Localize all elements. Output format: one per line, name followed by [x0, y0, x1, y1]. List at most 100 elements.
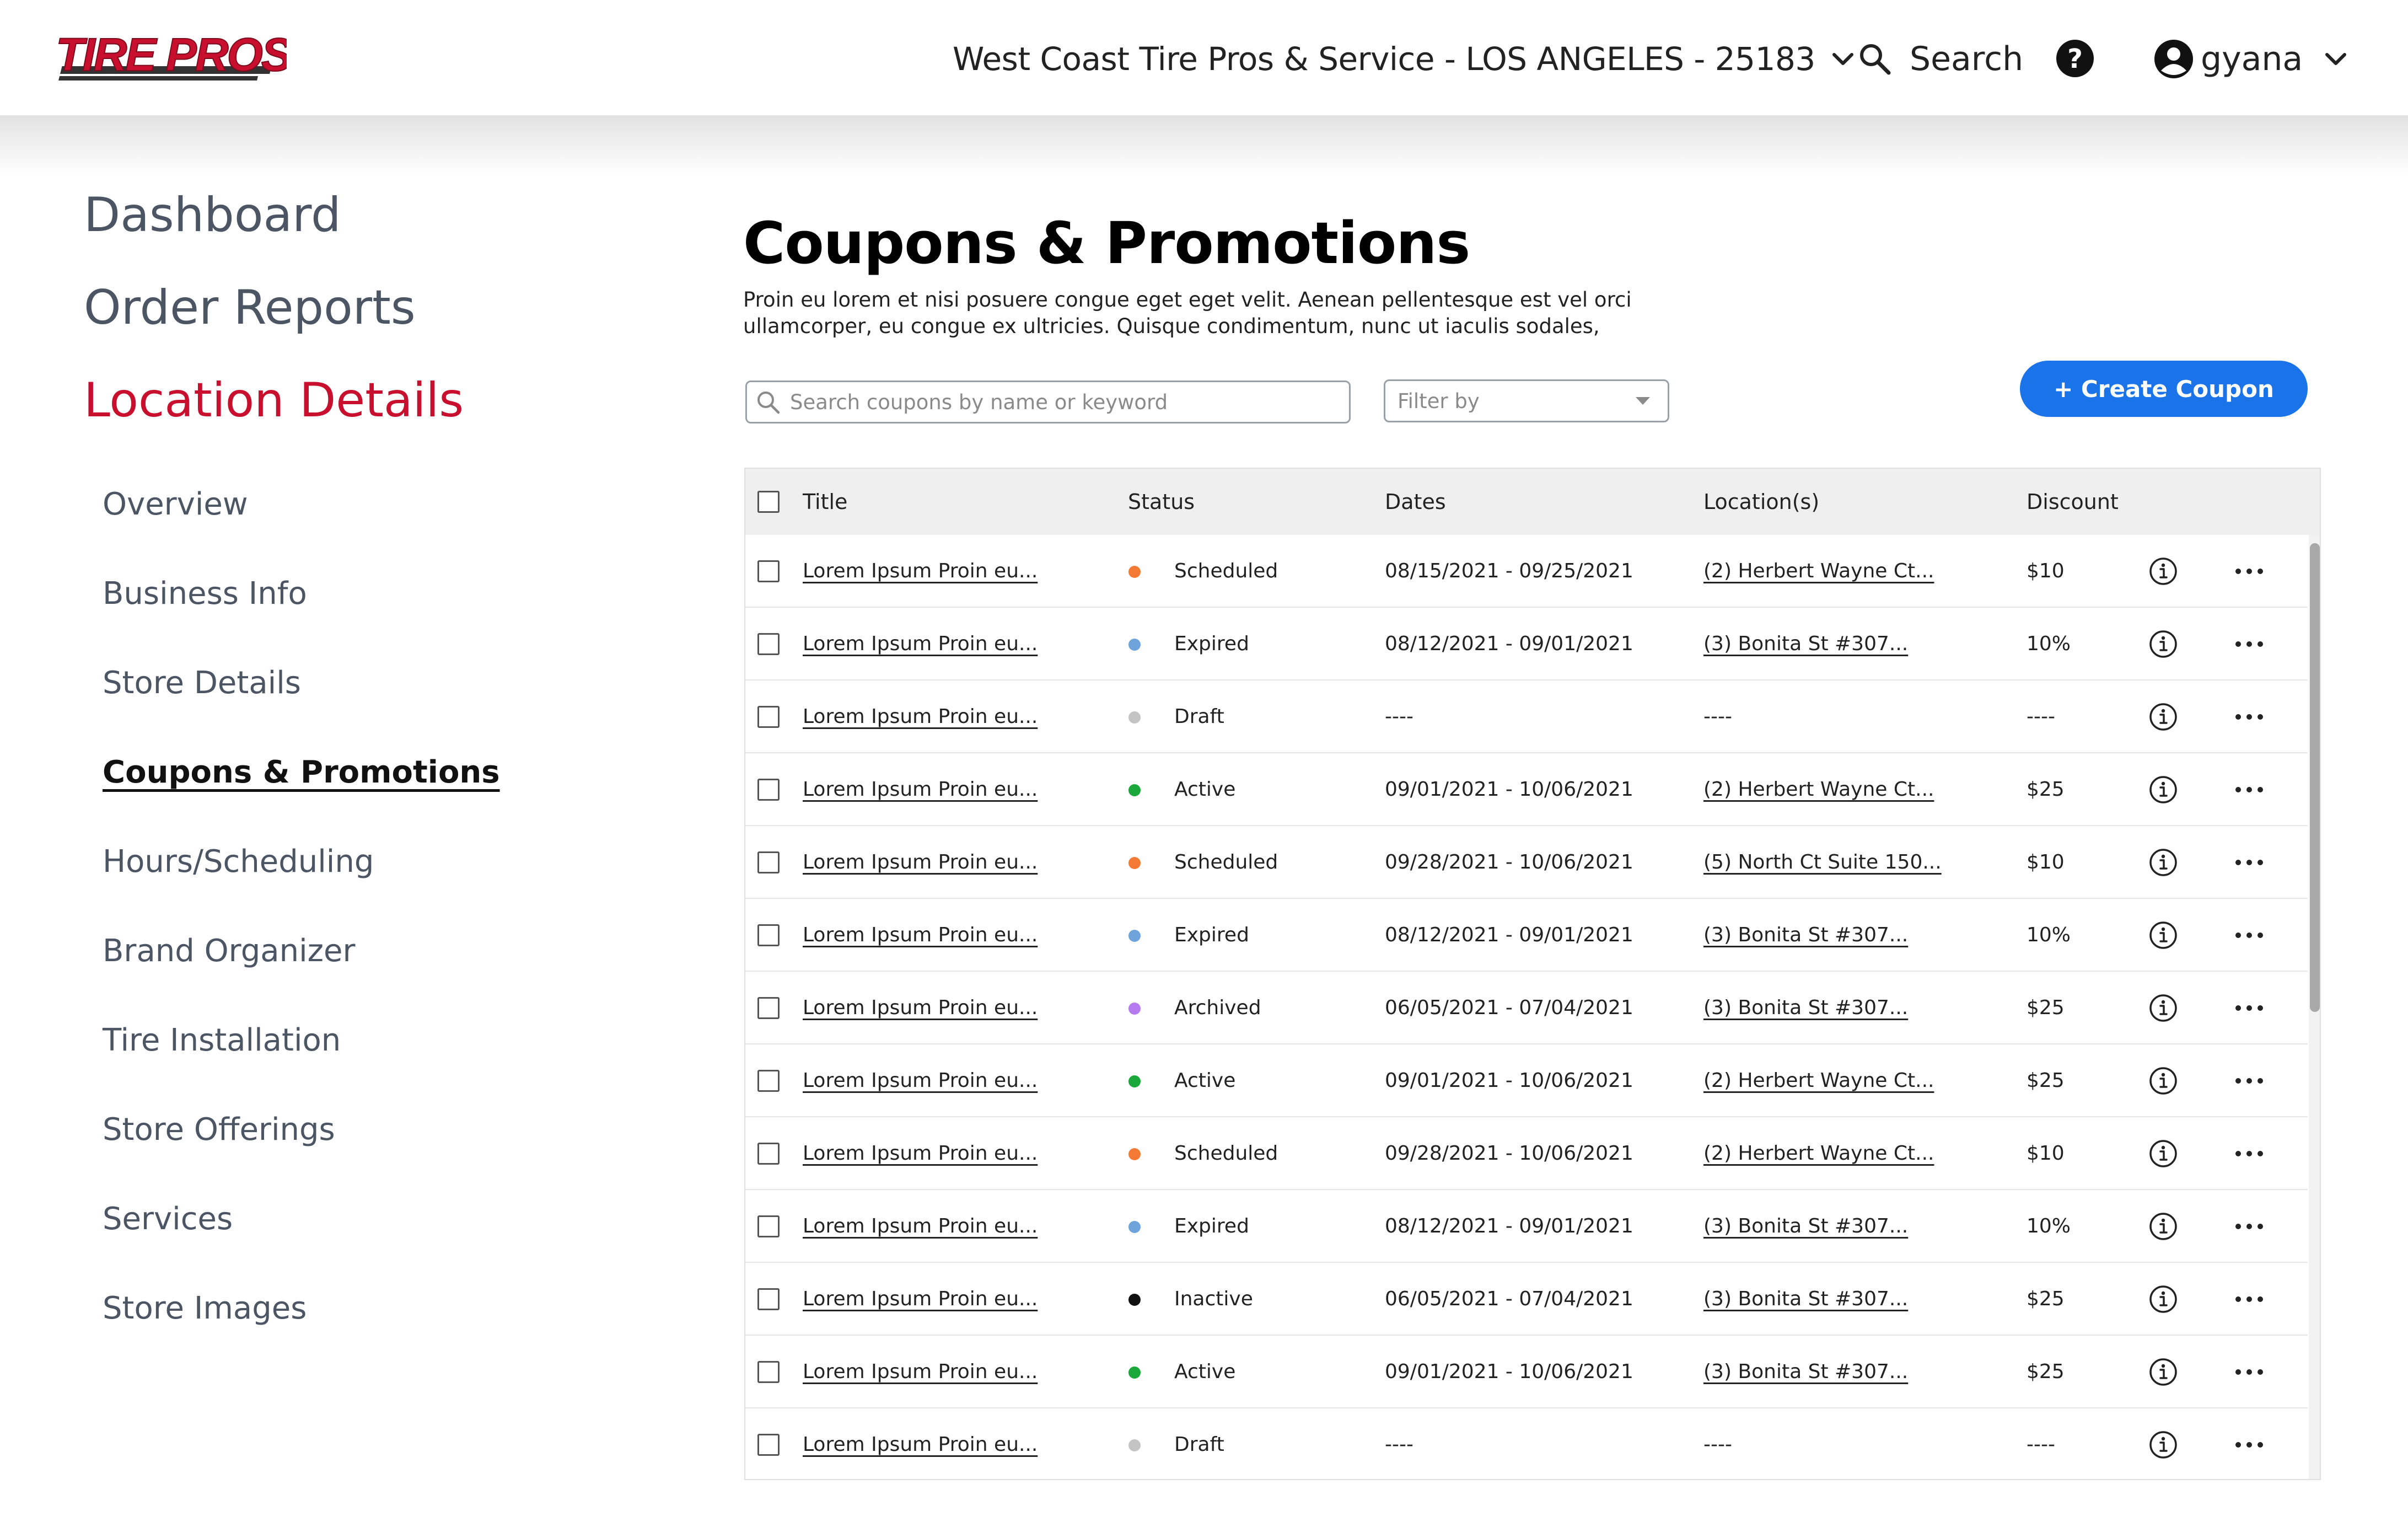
table-row[interactable]: Lorem Ipsum Proin eu... Scheduled 09/28/20…: [745, 826, 2308, 899]
coupon-title-link[interactable]: Lorem Ipsum Proin eu...: [803, 899, 1038, 972]
row-checkbox[interactable]: [757, 924, 780, 946]
create-coupon-button[interactable]: + Create Coupon: [2020, 361, 2308, 417]
info-icon[interactable]: [2149, 1285, 2178, 1314]
more-options-icon[interactable]: [2233, 1067, 2266, 1095]
more-options-icon[interactable]: [2233, 1139, 2266, 1168]
locations-link[interactable]: (2) Herbert Wayne Ct...: [1703, 753, 1934, 826]
info-icon[interactable]: [2149, 775, 2178, 804]
more-options-icon[interactable]: [2233, 1430, 2266, 1459]
coupon-title-link[interactable]: Lorem Ipsum Proin eu...: [803, 1117, 1038, 1190]
column-locations[interactable]: Location(s): [1703, 469, 1819, 535]
table-row[interactable]: Lorem Ipsum Proin eu... Scheduled 09/28/20…: [745, 1117, 2308, 1190]
more-options-icon[interactable]: [2233, 921, 2266, 950]
more-options-icon[interactable]: [2233, 1285, 2266, 1314]
table-row[interactable]: Lorem Ipsum Proin eu... Expired 08/12/2021…: [745, 899, 2308, 972]
sidebar-subitem-tire-installation[interactable]: Tire Installation: [103, 1022, 341, 1058]
more-options-icon[interactable]: [2233, 775, 2266, 804]
locations-link[interactable]: (3) Bonita St #307...: [1703, 1190, 1908, 1263]
locations-link[interactable]: (3) Bonita St #307...: [1703, 972, 1908, 1044]
sidebar-item-location-details[interactable]: Location Details: [84, 373, 464, 428]
table-row[interactable]: Lorem Ipsum Proin eu... Draft ---- ---- ----: [745, 1408, 2308, 1479]
sidebar-subitem-hours-scheduling[interactable]: Hours/Scheduling: [103, 844, 374, 880]
sidebar-subitem-brand-organizer[interactable]: Brand Organizer: [103, 933, 356, 969]
coupon-title-link[interactable]: Lorem Ipsum Proin eu...: [803, 1263, 1038, 1336]
more-options-icon[interactable]: [2233, 630, 2266, 658]
locations-link[interactable]: (5) North Ct Suite 150...: [1703, 826, 1942, 899]
table-row[interactable]: Lorem Ipsum Proin eu... Expired 08/12/2021…: [745, 1190, 2308, 1263]
column-status[interactable]: Status: [1128, 469, 1195, 535]
column-dates[interactable]: Dates: [1385, 469, 1446, 535]
table-row[interactable]: Lorem Ipsum Proin eu... Draft ---- ---- ----: [745, 680, 2308, 753]
locations-link[interactable]: (2) Herbert Wayne Ct...: [1703, 1117, 1934, 1190]
column-discount[interactable]: Discount: [2027, 469, 2119, 535]
row-checkbox[interactable]: [757, 706, 780, 728]
info-icon[interactable]: [2149, 994, 2178, 1022]
locations-link[interactable]: (3) Bonita St #307...: [1703, 1336, 1908, 1408]
sidebar-subitem-store-offerings[interactable]: Store Offerings: [103, 1112, 335, 1148]
table-row[interactable]: Lorem Ipsum Proin eu... Active 09/01/2021 …: [745, 1044, 2308, 1117]
sidebar-subitem-overview[interactable]: Overview: [103, 486, 248, 522]
coupon-search-field[interactable]: [745, 380, 1351, 424]
row-checkbox[interactable]: [757, 560, 780, 582]
coupon-title-link[interactable]: Lorem Ipsum Proin eu...: [803, 1408, 1038, 1479]
table-row[interactable]: Lorem Ipsum Proin eu... Inactive 06/05/202…: [745, 1263, 2308, 1336]
sidebar-subitem-store-images[interactable]: Store Images: [103, 1290, 307, 1326]
sidebar-subitem-services[interactable]: Services: [103, 1201, 233, 1237]
row-checkbox[interactable]: [757, 1215, 780, 1237]
sidebar-subitem-store-details[interactable]: Store Details: [103, 665, 301, 701]
row-checkbox[interactable]: [757, 1070, 780, 1092]
sidebar-subitem-coupons-promotions[interactable]: Coupons & Promotions: [103, 754, 500, 790]
header-search-button[interactable]: Search: [1858, 34, 2023, 84]
info-icon[interactable]: [2149, 703, 2178, 731]
filter-dropdown[interactable]: Filter by: [1384, 379, 1669, 422]
table-row[interactable]: Lorem Ipsum Proin eu... Active 09/01/2021 …: [745, 753, 2308, 826]
info-icon[interactable]: [2149, 1139, 2178, 1168]
locations-link[interactable]: (3) Bonita St #307...: [1703, 1263, 1908, 1336]
locations-link[interactable]: (3) Bonita St #307...: [1703, 608, 1908, 680]
coupon-title-link[interactable]: Lorem Ipsum Proin eu...: [803, 1044, 1038, 1117]
coupon-title-link[interactable]: Lorem Ipsum Proin eu...: [803, 1190, 1038, 1263]
column-title[interactable]: Title: [803, 469, 847, 535]
more-options-icon[interactable]: [2233, 557, 2266, 586]
sidebar-item-dashboard[interactable]: Dashboard: [84, 187, 341, 243]
coupon-title-link[interactable]: Lorem Ipsum Proin eu...: [803, 826, 1038, 899]
more-options-icon[interactable]: [2233, 703, 2266, 731]
sidebar-item-order-reports[interactable]: Order Reports: [84, 280, 416, 335]
table-row[interactable]: Lorem Ipsum Proin eu... Active 09/01/2021 …: [745, 1336, 2308, 1408]
coupon-search-input[interactable]: [790, 390, 1286, 414]
more-options-icon[interactable]: [2233, 994, 2266, 1022]
table-row[interactable]: Lorem Ipsum Proin eu... Scheduled 08/15/20…: [745, 535, 2308, 608]
row-checkbox[interactable]: [757, 997, 780, 1019]
locations-link[interactable]: (2) Herbert Wayne Ct...: [1703, 1044, 1934, 1117]
more-options-icon[interactable]: [2233, 1358, 2266, 1386]
row-checkbox[interactable]: [757, 633, 780, 655]
coupon-title-link[interactable]: Lorem Ipsum Proin eu...: [803, 680, 1038, 753]
more-options-icon[interactable]: [2233, 848, 2266, 877]
more-options-icon[interactable]: [2233, 1212, 2266, 1241]
row-checkbox[interactable]: [757, 1143, 780, 1165]
user-menu[interactable]: gyana: [2153, 34, 2347, 84]
coupon-title-link[interactable]: Lorem Ipsum Proin eu...: [803, 753, 1038, 826]
locations-link[interactable]: (2) Herbert Wayne Ct...: [1703, 535, 1934, 608]
info-icon[interactable]: [2149, 557, 2178, 586]
info-icon[interactable]: [2149, 848, 2178, 877]
row-checkbox[interactable]: [757, 1288, 780, 1310]
help-icon[interactable]: ?: [2055, 39, 2095, 78]
info-icon[interactable]: [2149, 1430, 2178, 1459]
row-checkbox[interactable]: [757, 1361, 780, 1383]
coupon-title-link[interactable]: Lorem Ipsum Proin eu...: [803, 608, 1038, 680]
row-checkbox[interactable]: [757, 1434, 780, 1456]
table-row[interactable]: Lorem Ipsum Proin eu... Expired 08/12/2021…: [745, 608, 2308, 680]
locations-link[interactable]: (3) Bonita St #307...: [1703, 899, 1908, 972]
select-all-checkbox[interactable]: [757, 491, 780, 513]
coupon-title-link[interactable]: Lorem Ipsum Proin eu...: [803, 535, 1038, 608]
sidebar-subitem-business-info[interactable]: Business Info: [103, 576, 307, 612]
tire-pros-logo[interactable]: TIRE PROS: [55, 28, 287, 89]
info-icon[interactable]: [2149, 921, 2178, 950]
info-icon[interactable]: [2149, 1067, 2178, 1095]
info-icon[interactable]: [2149, 630, 2178, 658]
info-icon[interactable]: [2149, 1358, 2178, 1386]
table-row[interactable]: Lorem Ipsum Proin eu... Archived 06/05/202…: [745, 972, 2308, 1044]
table-scrollbar-thumb[interactable]: [2310, 543, 2320, 1012]
info-icon[interactable]: [2149, 1212, 2178, 1241]
